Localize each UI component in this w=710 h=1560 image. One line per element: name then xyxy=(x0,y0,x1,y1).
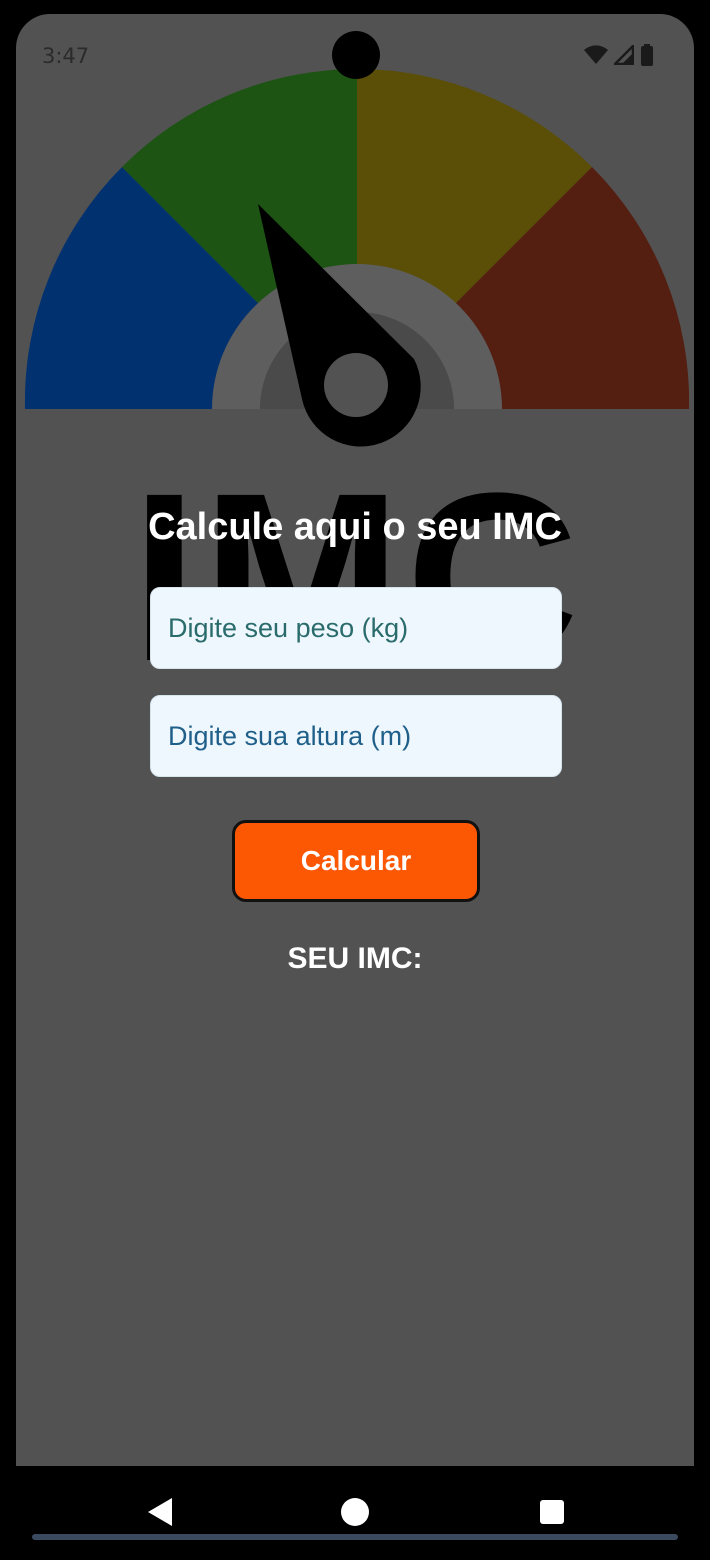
height-input[interactable] xyxy=(168,720,548,752)
weight-input[interactable] xyxy=(168,612,548,644)
result-label: SEU IMC: xyxy=(287,942,423,975)
bottom-edge-line xyxy=(32,1534,678,1540)
status-bar: 3:47 xyxy=(16,14,694,100)
status-icons xyxy=(584,44,654,66)
phone-frame: IMC 3:47 Calcule aqui o seu IMC Digite s… xyxy=(0,0,710,1560)
battery-icon xyxy=(641,44,653,66)
height-field[interactable] xyxy=(150,695,562,777)
imc-logo-text: IMC xyxy=(131,443,583,711)
front-camera xyxy=(332,31,380,79)
app-screen: IMC 3:47 Calcule aqui o seu IMC Digite s… xyxy=(16,14,694,1466)
home-button[interactable] xyxy=(331,1488,379,1536)
wifi-icon xyxy=(584,45,608,64)
home-icon xyxy=(341,1498,369,1526)
recents-button[interactable] xyxy=(528,1488,576,1536)
page-title: Calcule aqui o seu IMC xyxy=(148,506,562,548)
gauge-needle-hub xyxy=(324,353,388,417)
back-button[interactable] xyxy=(136,1488,184,1536)
signal-icon xyxy=(614,45,634,65)
back-icon xyxy=(148,1498,172,1526)
recents-icon xyxy=(540,1500,564,1524)
calculate-button[interactable]: Calcular xyxy=(232,820,480,902)
system-nav-bar xyxy=(0,1466,710,1560)
status-time: 3:47 xyxy=(42,44,90,68)
weight-field[interactable] xyxy=(150,587,562,669)
